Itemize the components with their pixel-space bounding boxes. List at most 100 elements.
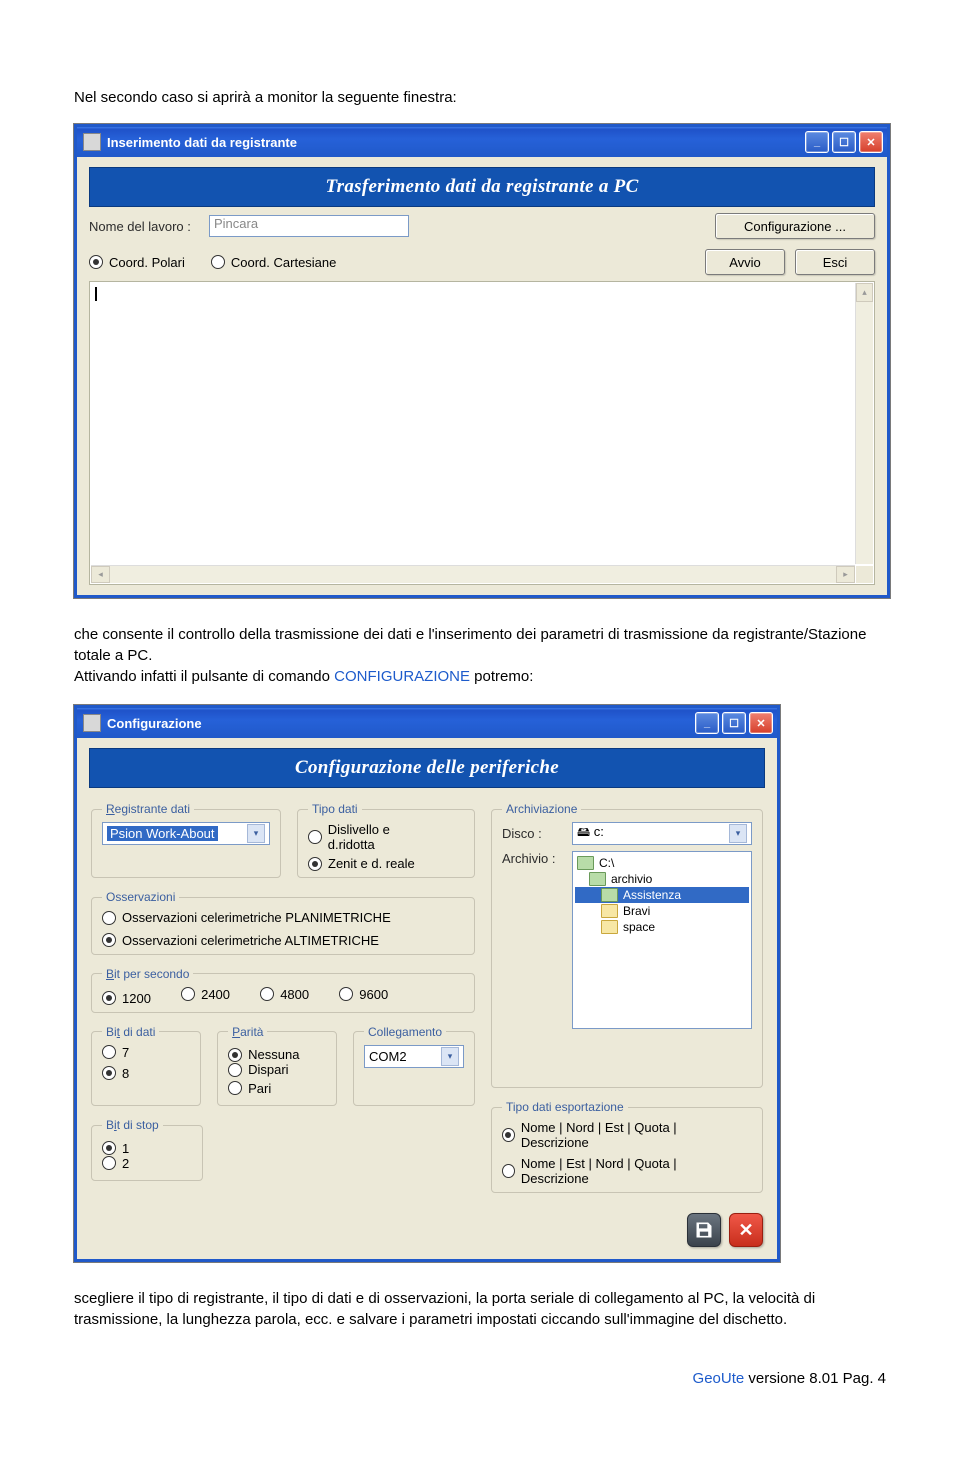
radio-dot-icon xyxy=(102,1066,116,1080)
win1-title: Inserimento dati da registrante xyxy=(107,135,802,150)
scroll-up-icon[interactable]: ▴ xyxy=(856,283,873,302)
radio-dot-icon xyxy=(308,830,322,844)
maximize-button[interactable]: ☐ xyxy=(832,131,856,153)
radio-dot-icon xyxy=(228,1048,242,1062)
radio-dot-icon xyxy=(181,987,195,1001)
radio-dot-icon xyxy=(339,987,353,1001)
fieldset-bps: Bit per secondo 1200 2400 4800 9600 xyxy=(91,967,475,1013)
fieldset-bit-stop: Bit di stop 1 2 xyxy=(91,1118,203,1181)
data-list-area[interactable]: ▴ ◂ ▸ xyxy=(89,281,875,585)
radio-dot-icon xyxy=(102,1141,116,1155)
minimize-button[interactable]: _ xyxy=(805,131,829,153)
radio-4800[interactable]: 4800 xyxy=(260,987,309,1002)
fieldset-osservazioni: Osservazioni Osservazioni celerimetriche… xyxy=(91,890,475,955)
scroll-right-icon[interactable]: ▸ xyxy=(836,566,855,583)
radio-dot-icon xyxy=(102,991,116,1005)
radio-planimetriche[interactable]: Osservazioni celerimetriche PLANIMETRICH… xyxy=(102,910,391,925)
minimize-button[interactable]: _ xyxy=(695,712,719,734)
folder-icon xyxy=(601,888,618,902)
caption-2: scegliere il tipo di registrante, il tip… xyxy=(74,1288,886,1330)
cancel-button[interactable]: ✕ xyxy=(729,1213,763,1247)
radio-2400[interactable]: 2400 xyxy=(181,987,230,1002)
caption-1: che consente il controllo della trasmiss… xyxy=(74,624,886,687)
fieldset-parita: Parità Nessuna Dispari Pari xyxy=(217,1025,337,1107)
radio-dot-icon xyxy=(228,1081,242,1095)
chevron-down-icon: ▾ xyxy=(441,1047,459,1066)
fieldset-tipo-dati: Tipo dati Dislivello e d.ridotta Zenit e… xyxy=(297,802,475,878)
legend-bs: Bit di stop xyxy=(102,1118,163,1132)
window-configurazione: Configurazione _ ☐ ✕ Configurazione dell… xyxy=(74,705,780,1262)
radio-dispari[interactable]: Dispari xyxy=(228,1062,288,1077)
collegamento-select[interactable]: COM2 ▾ xyxy=(364,1045,464,1068)
maximize-button[interactable]: ☐ xyxy=(722,712,746,734)
radio-zenit[interactable]: Zenit e d. reale xyxy=(308,856,415,871)
legend-bd: Bit di dati xyxy=(102,1025,159,1039)
radio-export-b[interactable]: Nome | Est | Nord | Quota | Descrizione xyxy=(502,1156,726,1186)
banner-2: Configurazione delle periferiche xyxy=(89,748,765,788)
avvio-button[interactable]: Avvio xyxy=(705,249,785,275)
registrante-select[interactable]: Psion Work-About ▾ xyxy=(102,822,270,845)
radio-stop-1[interactable]: 1 xyxy=(102,1141,129,1156)
radio-stop-2[interactable]: 2 xyxy=(102,1156,129,1171)
radio-dot-icon xyxy=(102,1156,116,1170)
win2-title: Configurazione xyxy=(107,716,692,731)
intro-text: Nel secondo caso si aprirà a monitor la … xyxy=(74,89,886,106)
radio-dot-icon xyxy=(260,987,274,1001)
legend-exp: Tipo dati esportazione xyxy=(502,1100,628,1114)
chevron-down-icon: ▾ xyxy=(247,824,265,843)
dir-bravi[interactable]: Bravi xyxy=(575,903,749,919)
disco-select[interactable]: 🖴 c: ▾ xyxy=(572,822,752,845)
dir-archivio[interactable]: archivio xyxy=(575,871,749,887)
radio-1200[interactable]: 1200 xyxy=(102,991,151,1006)
legend-arch: Archiviazione xyxy=(502,802,581,816)
folder-icon xyxy=(589,872,606,886)
floppy-icon xyxy=(694,1220,714,1240)
radio-8[interactable]: 8 xyxy=(102,1066,129,1081)
legend-registrante: Registrante dati xyxy=(102,802,194,816)
scroll-left-icon[interactable]: ◂ xyxy=(91,566,110,583)
radio-dot-icon xyxy=(102,911,116,925)
disco-label: Disco : xyxy=(502,826,572,841)
window-inserimento: Inserimento dati da registrante _ ☐ ✕ Tr… xyxy=(74,124,890,598)
fieldset-collegamento: Collegamento COM2 ▾ xyxy=(353,1025,475,1107)
close-button[interactable]: ✕ xyxy=(749,712,773,734)
radio-nessuna[interactable]: Nessuna xyxy=(228,1047,299,1062)
radio-dislivello[interactable]: Dislivello e d.ridotta xyxy=(308,822,438,852)
dir-assistenza[interactable]: Assistenza xyxy=(575,887,749,903)
radio-dot-icon xyxy=(502,1128,515,1142)
titlebar-1[interactable]: Inserimento dati da registrante _ ☐ ✕ xyxy=(77,127,887,157)
radio-9600[interactable]: 9600 xyxy=(339,987,388,1002)
fieldset-bit-dati: Bit di dati 7 8 xyxy=(91,1025,201,1107)
archivio-label: Archivio : xyxy=(502,851,572,1029)
radio-pari[interactable]: Pari xyxy=(228,1081,271,1096)
fieldset-archiviazione: Archiviazione Disco : 🖴 c: ▾ Archivio : … xyxy=(491,802,763,1088)
dir-root[interactable]: C:\ xyxy=(575,855,749,871)
job-input[interactable]: Pincara xyxy=(209,215,409,237)
legend-coll: Collegamento xyxy=(364,1025,446,1039)
banner-1: Trasferimento dati da registrante a PC xyxy=(89,167,875,207)
vertical-scrollbar[interactable]: ▴ xyxy=(855,283,873,564)
fieldset-registrante: Registrante dati Psion Work-About ▾ xyxy=(91,802,281,878)
radio-dot-icon xyxy=(102,933,116,947)
radio-altimetriche[interactable]: Osservazioni celerimetriche ALTIMETRICHE xyxy=(102,933,379,948)
radio-cartesiane[interactable]: Coord. Cartesiane xyxy=(211,255,337,270)
radio-dot-icon xyxy=(502,1164,515,1178)
save-button[interactable] xyxy=(687,1213,721,1247)
dir-space[interactable]: space xyxy=(575,919,749,935)
horizontal-scrollbar[interactable]: ◂ ▸ xyxy=(91,565,855,583)
app-icon xyxy=(83,714,101,732)
radio-export-a[interactable]: Nome | Nord | Est | Quota | Descrizione xyxy=(502,1120,726,1150)
radio-polari[interactable]: Coord. Polari xyxy=(89,255,185,270)
radio-dot-icon xyxy=(89,255,103,269)
legend-tipo: Tipo dati xyxy=(308,802,362,816)
legend-par: Parità xyxy=(228,1025,267,1039)
config-button[interactable]: Configurazione ... xyxy=(715,213,875,239)
fieldset-esportazione: Tipo dati esportazione Nome | Nord | Est… xyxy=(491,1100,763,1193)
esci-button[interactable]: Esci xyxy=(795,249,875,275)
close-button[interactable]: ✕ xyxy=(859,131,883,153)
titlebar-2[interactable]: Configurazione _ ☐ ✕ xyxy=(77,708,777,738)
directory-list[interactable]: C:\ archivio Assistenza Bravi space xyxy=(572,851,752,1029)
radio-dot-icon xyxy=(228,1063,242,1077)
radio-dot-icon xyxy=(211,255,225,269)
radio-7[interactable]: 7 xyxy=(102,1045,129,1060)
